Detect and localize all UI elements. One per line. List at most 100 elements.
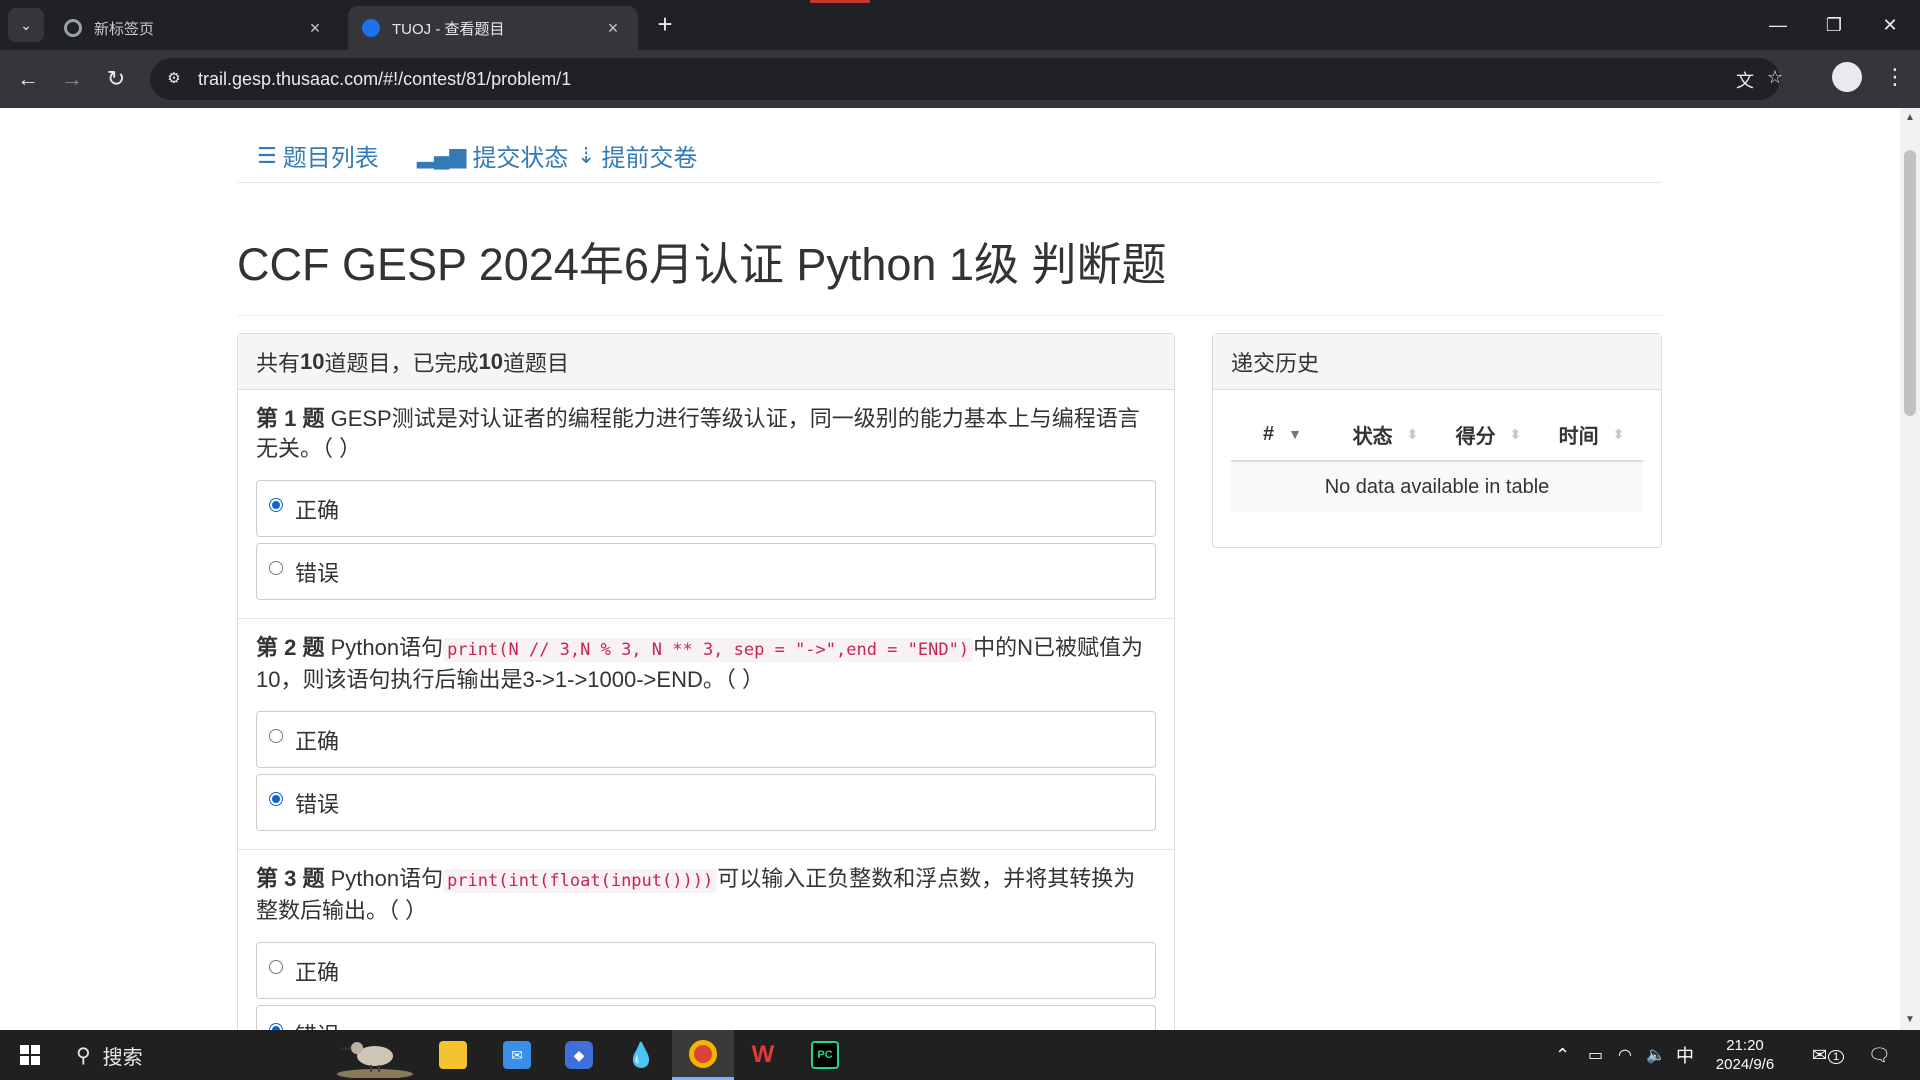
nav-problem-list[interactable]: ☰ 题目列表 [257, 138, 379, 173]
scroll-thumb[interactable] [1904, 150, 1916, 416]
col-label: # [1263, 422, 1275, 445]
option-wrong[interactable]: 错误 [256, 543, 1156, 600]
nav-early-submit[interactable]: ⇣ 提前交卷 [577, 138, 697, 173]
new-tab-button[interactable]: + [650, 10, 680, 40]
question-1: 第 1 题 GESP测试是对认证者的编程能力进行等级认证，同一级别的能力基本上与… [238, 390, 1174, 619]
question-number: 第 2 题 [256, 635, 325, 660]
option-label: 错误 [295, 1018, 339, 1031]
submission-history-panel: 递交历史 # ▼ 状态 ⬍ 得分 ⬍ 时间 ⬍ No data available in… [1212, 333, 1662, 548]
site-info-icon[interactable]: ⚙ [164, 69, 184, 89]
option-label: 正确 [295, 497, 340, 523]
option-label: 错误 [295, 791, 340, 817]
tab-title: 新标签页 [94, 20, 155, 38]
bird-decoration-icon [337, 1042, 413, 1078]
option-correct[interactable]: 正确 [256, 711, 1156, 768]
tab-search-button[interactable]: ⌄ [8, 8, 44, 42]
address-bar[interactable]: ⚙ trail.gesp.thusaac.com/#!/contest/81/p… [150, 58, 1783, 100]
radio-button[interactable] [269, 560, 283, 575]
radio-button[interactable] [269, 791, 283, 806]
radio-button[interactable] [269, 497, 283, 512]
question-body: Python语句 [324, 866, 444, 891]
taskbar-pycharm[interactable]: PC [800, 1030, 850, 1080]
question-text: 第 1 题 GESP测试是对认证者的编程能力进行等级认证，同一级别的能力基本上与… [256, 404, 1156, 464]
radio-button[interactable] [269, 728, 283, 743]
question-number: 第 1 题 [256, 406, 325, 431]
taskbar-app-blue[interactable]: ◆ [554, 1030, 604, 1080]
scroll-down-icon[interactable]: ▼ [1904, 1014, 1916, 1026]
option-label: 正确 [295, 959, 340, 985]
restore-icon[interactable]: ❐ [1806, 0, 1862, 50]
wps-icon: W [751, 1041, 775, 1068]
browser-tab-bar: ⌄ 新标签页 × TUOJ - 查看题目 × + — ❐ ✕ [0, 0, 1920, 50]
taskbar-clock[interactable]: 21:20 2024/9/6 [1705, 1036, 1785, 1074]
translate-icon[interactable]: 文 [1732, 67, 1758, 93]
summary-done: 10 [478, 348, 503, 374]
sort-icon: ⬍ [1612, 425, 1625, 442]
col-number[interactable]: # ▼ [1231, 423, 1334, 446]
search-label: 搜索 [102, 1046, 143, 1069]
sort-down-icon: ⇣ [577, 142, 596, 168]
radio-button[interactable] [269, 1022, 283, 1030]
summary-middle: 道题目，已完成 [324, 350, 479, 376]
ime-indicator[interactable]: 中 [1676, 1030, 1694, 1080]
taskbar-mail[interactable]: ✉ [492, 1030, 542, 1080]
option-wrong[interactable]: 错误 [256, 1005, 1156, 1030]
signal-bars-icon: ▂▄▆ [417, 142, 467, 168]
forward-arrow-icon[interactable]: → [56, 63, 88, 95]
option-correct[interactable]: 正确 [256, 942, 1156, 999]
tab-accent-line [810, 0, 870, 3]
question-2: 第 2 题 Python语句 print(N // 3,N % 3, N ** 3… [238, 619, 1174, 850]
taskbar-app-drop[interactable]: 💧 [616, 1030, 666, 1080]
nav-submit-status[interactable]: ▂▄▆ 提交状态 [417, 138, 568, 173]
windows-logo-icon [20, 1045, 40, 1065]
notification-count-badge: 1 [1828, 1050, 1844, 1064]
close-window-icon[interactable]: ✕ [1862, 0, 1918, 50]
more-menu-icon[interactable]: ⋮ [1884, 60, 1906, 94]
url-text[interactable]: trail.gesp.thusaac.com/#!/contest/81/pro… [198, 69, 571, 90]
battery-icon[interactable]: ▭ [1588, 1030, 1603, 1080]
bookmark-star-icon[interactable]: ☆ [1762, 67, 1788, 93]
action-center-icon[interactable]: 🗨 [1868, 1030, 1891, 1080]
back-arrow-icon[interactable]: ← [12, 63, 44, 95]
nav-submit-status-label: 提交状态 [472, 145, 569, 172]
taskbar-chrome[interactable] [672, 1030, 734, 1080]
option-correct[interactable]: 正确 [256, 480, 1156, 537]
page-title: CCF GESP 2024年6月认证 Python 1级 判断题 [237, 228, 1662, 316]
scroll-up-icon[interactable]: ▲ [1904, 112, 1916, 124]
history-title: 递交历史 [1213, 334, 1661, 390]
tab-tuoj[interactable]: TUOJ - 查看题目 × [348, 6, 638, 50]
sort-icon: ⬍ [1406, 425, 1419, 442]
tab-close-button[interactable]: × [602, 18, 624, 39]
summary-prefix: 共有 [256, 350, 301, 376]
taskbar-wps[interactable]: W [738, 1030, 788, 1080]
volume-icon[interactable]: 🔈 [1646, 1030, 1666, 1080]
tray-chevron-icon[interactable]: ⌃ [1555, 1030, 1570, 1080]
wifi-icon[interactable]: ◠ [1618, 1030, 1632, 1080]
windows-taskbar: ⚲ 搜索 ✉ ◆ 💧 W PC ⌃ ▭ ◠ 🔈 中 21:20 2024/9/6… [0, 1030, 1920, 1080]
profile-avatar-icon[interactable] [1832, 62, 1862, 92]
tab-title: TUOJ - 查看题目 [392, 20, 505, 38]
questions-summary: 共有 10 道题目，已完成 10 道题目 [238, 334, 1174, 390]
option-wrong[interactable]: 错误 [256, 774, 1156, 831]
page-scrollbar[interactable]: ▲ ▼ [1900, 108, 1920, 1030]
col-time[interactable]: 时间 ⬍ [1540, 420, 1643, 449]
app-icon: ◆ [565, 1041, 593, 1069]
pycharm-icon: PC [811, 1041, 839, 1069]
drop-icon: 💧 [626, 1041, 656, 1069]
list-icon: ☰ [257, 142, 277, 168]
tab-new-tab[interactable]: 新标签页 × [50, 6, 340, 50]
option-label: 正确 [295, 728, 340, 754]
minimize-icon[interactable]: — [1750, 0, 1806, 50]
nav-early-submit-label: 提前交卷 [601, 145, 698, 172]
start-button[interactable] [8, 1030, 52, 1080]
page-viewport: ☰ 题目列表 ▂▄▆ 提交状态 ⇣ 提前交卷 CCF GESP 2024年6月认… [0, 108, 1900, 1030]
col-score[interactable]: 得分 ⬍ [1437, 420, 1540, 449]
site-favicon-icon [362, 19, 380, 37]
message-icon[interactable]: ✉ [1812, 1030, 1827, 1080]
reload-icon[interactable]: ↻ [100, 63, 132, 95]
taskbar-file-explorer[interactable] [428, 1030, 478, 1080]
col-status[interactable]: 状态 ⬍ [1334, 420, 1437, 449]
contest-nav: ☰ 题目列表 ▂▄▆ 提交状态 ⇣ 提前交卷 [237, 108, 1662, 183]
tab-close-button[interactable]: × [304, 18, 326, 39]
radio-button[interactable] [269, 959, 283, 974]
